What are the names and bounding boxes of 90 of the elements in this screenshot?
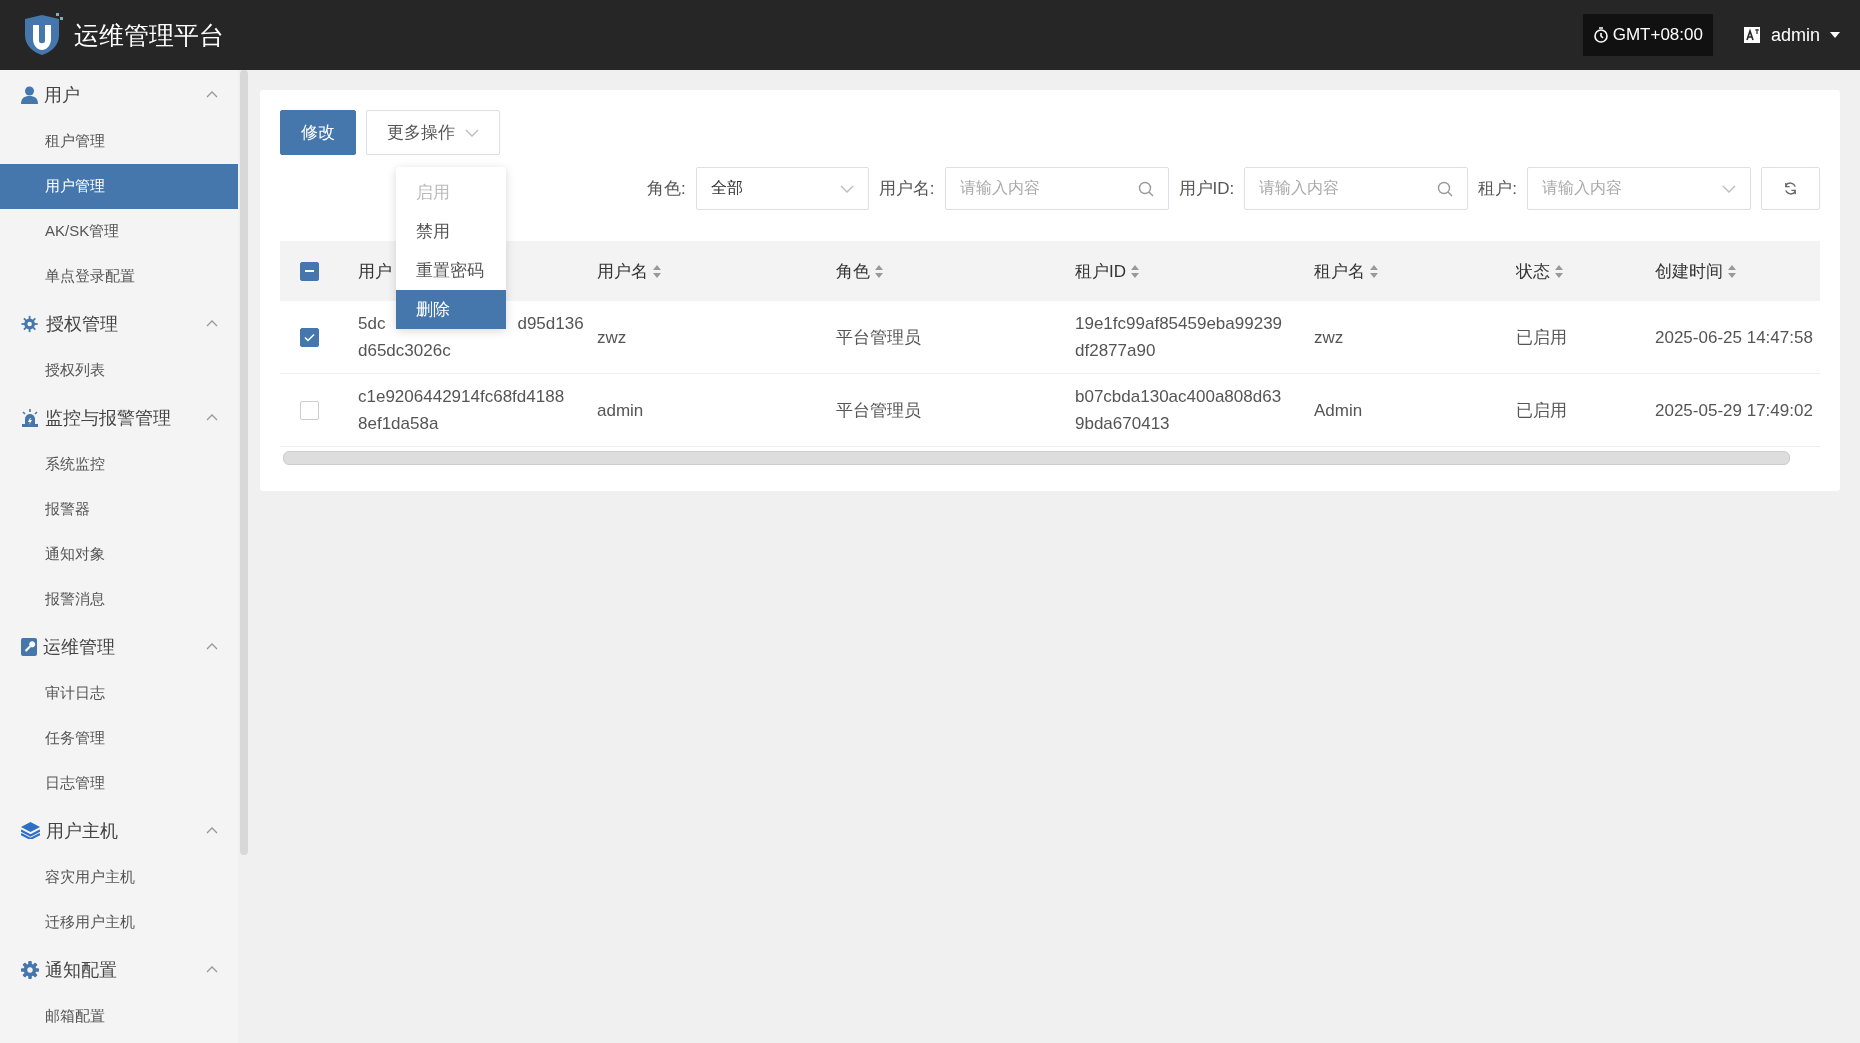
check-icon — [304, 332, 315, 342]
chevron-down-icon — [465, 128, 479, 137]
column-header: 用户 — [358, 260, 392, 283]
app-title: 运维管理平台 — [74, 19, 224, 51]
select-all-checkbox[interactable] — [300, 261, 319, 281]
minus-icon — [305, 270, 314, 272]
filter-label: 用户名: — [878, 178, 935, 200]
nav-item[interactable]: 系统监控 — [0, 442, 238, 487]
nav-group-header[interactable]: 授权管理 — [0, 299, 238, 348]
scrollbar[interactable] — [283, 451, 1790, 465]
nav-item[interactable]: 单点登录配置 — [0, 254, 238, 299]
sort-icon[interactable] — [1728, 264, 1736, 278]
caret-icon — [1830, 32, 1840, 38]
nav-item[interactable]: 审计日志 — [0, 671, 238, 716]
nav-item[interactable]: 报警消息 — [0, 577, 238, 622]
nav-group-header[interactable]: 通知配置 — [0, 945, 238, 994]
column-header[interactable]: 租户ID — [1075, 259, 1139, 283]
nav-group-header[interactable]: 用户主机 — [0, 806, 238, 855]
siren-icon — [21, 408, 39, 427]
sort-icon[interactable] — [1131, 264, 1139, 278]
table-cell-text: 9bda670413 — [1075, 413, 1170, 435]
filter-label: 租户: — [1478, 178, 1517, 200]
table-cell: Admin — [1314, 400, 1363, 420]
sort-icon[interactable] — [1555, 264, 1563, 278]
chevron-down-icon — [839, 184, 854, 193]
table-cell: admin — [597, 400, 644, 420]
scrollbar[interactable] — [240, 70, 248, 855]
table-cell-text: 19e1fc99af85459eba99239 — [1075, 313, 1283, 335]
wrench-icon — [21, 637, 37, 656]
user-menu-button[interactable]: admin — [1736, 23, 1846, 47]
user-icon — [21, 85, 38, 104]
column-header[interactable]: 角色 — [836, 259, 883, 283]
chevron-down-icon — [1722, 184, 1736, 193]
table-cell: zwz — [597, 327, 627, 347]
refresh-icon — [1783, 181, 1798, 196]
table-cell: 平台管理员 — [836, 327, 921, 347]
row-checkbox[interactable] — [300, 327, 319, 347]
select-field[interactable]: 全部 — [695, 167, 869, 210]
column-header[interactable]: 创建时间 — [1655, 259, 1736, 283]
sort-icon[interactable] — [1370, 264, 1378, 278]
table-cell-text: b07cbda130ac400a808d63 — [1075, 386, 1282, 408]
nav-item[interactable]: 用户管理 — [0, 164, 238, 209]
table-cell: 已启用 — [1516, 327, 1567, 347]
language-icon — [1742, 26, 1761, 44]
row-checkbox[interactable] — [300, 400, 319, 420]
nav-item[interactable]: 报警器 — [0, 487, 238, 532]
search-icon — [1437, 180, 1454, 197]
refresh-button[interactable] — [1761, 167, 1820, 210]
sort-icon[interactable] — [875, 264, 883, 278]
nav-item[interactable]: 邮箱配置 — [0, 994, 238, 1039]
table-cell-text: 5dc — [358, 313, 386, 335]
menu-item[interactable]: 重置密码 — [396, 251, 506, 290]
nav-item[interactable]: 授权列表 — [0, 348, 238, 393]
filter-label: 角色: — [647, 178, 686, 200]
table-cell: 2025-06-25 14:47:58 — [1655, 327, 1813, 347]
table-cell-text: d65dc3026c — [358, 340, 451, 362]
table-cell-text: df2877a90 — [1075, 340, 1156, 362]
table-cell-text: 8ef1da58a — [358, 413, 439, 435]
menu-item[interactable]: 删除 — [396, 290, 506, 329]
table-cell-text: d95d136 — [517, 313, 584, 335]
menu-item[interactable]: 禁用 — [396, 212, 506, 251]
edit-button[interactable]: 修改 — [280, 110, 356, 155]
nav-item[interactable]: 迁移用户主机 — [0, 900, 238, 945]
nav-item[interactable]: 租户管理 — [0, 119, 238, 164]
nav-item[interactable]: 日志管理 — [0, 761, 238, 806]
layers-icon — [21, 822, 40, 839]
nav-item[interactable]: 通知对象 — [0, 532, 238, 577]
table-cell: 已启用 — [1516, 400, 1567, 420]
column-header[interactable]: 租户名 — [1314, 259, 1378, 283]
nav-item[interactable]: 容灾用户主机 — [0, 855, 238, 900]
nav-group-header[interactable]: 用户 — [0, 70, 238, 119]
shield-logo-icon — [22, 13, 64, 57]
gear-icon — [21, 314, 40, 333]
table-cell: 平台管理员 — [836, 400, 921, 420]
search-icon — [1137, 180, 1154, 197]
clock-icon — [1592, 27, 1609, 43]
nav-item[interactable]: 任务管理 — [0, 716, 238, 761]
timezone-badge[interactable]: GMT+08:00 — [1582, 14, 1713, 56]
table-cell: zwz — [1314, 327, 1344, 347]
column-header[interactable]: 用户名 — [597, 259, 661, 283]
filter-label: 用户ID: — [1178, 178, 1235, 200]
column-header[interactable]: 状态 — [1516, 259, 1563, 283]
nav-item[interactable]: AK/SK管理 — [0, 209, 238, 254]
table-cell: 2025-05-29 17:49:02 — [1655, 400, 1813, 420]
sort-icon[interactable] — [653, 264, 661, 278]
gear-icon — [21, 960, 39, 979]
table-cell-text: c1e9206442914fc68fd4188 — [358, 386, 565, 408]
more-actions-button[interactable]: 更多操作 — [366, 110, 500, 155]
nav-group-header[interactable]: 监控与报警管理 — [0, 393, 238, 442]
nav-group-header[interactable]: 运维管理 — [0, 622, 238, 671]
